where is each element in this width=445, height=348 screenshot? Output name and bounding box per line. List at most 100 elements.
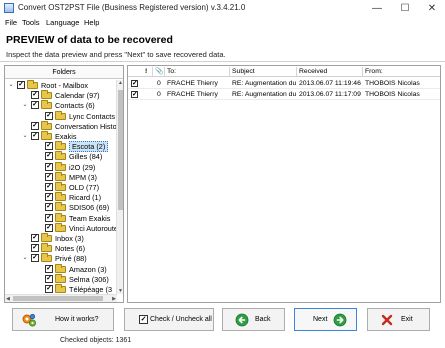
folders-vertical-scrollbar[interactable]: ▲ ▼ xyxy=(116,80,123,294)
folder-checkbox[interactable]: ✓ xyxy=(45,193,53,202)
message-from: THOBOIS Nicolas xyxy=(365,91,420,98)
folder-icon xyxy=(55,202,66,212)
menu-bar: File Tools Language Help xyxy=(0,17,445,29)
folder-checkbox[interactable]: ✓ xyxy=(31,101,39,110)
back-arrow-icon xyxy=(235,313,249,327)
maximize-button[interactable]: ☐ xyxy=(392,0,418,17)
menu-tools[interactable]: Tools xyxy=(22,18,40,27)
folder-icon xyxy=(41,90,52,100)
col-importance-flag[interactable]: ! xyxy=(145,66,147,77)
button-bar: How it works? ✓ Check / Uncheck all Back… xyxy=(0,303,445,337)
folder-icon xyxy=(41,243,52,253)
folder-node[interactable]: ✓ Télépéage (3 xyxy=(5,284,117,294)
col-subject[interactable]: Subject xyxy=(232,66,255,77)
folder-checkbox[interactable]: ✓ xyxy=(31,244,39,253)
attachment-count: 0 xyxy=(157,80,161,87)
folder-checkbox[interactable]: ✓ xyxy=(45,183,53,191)
menu-help[interactable]: Help xyxy=(84,18,99,27)
how-it-works-label: How it works? xyxy=(55,316,99,323)
folder-icon xyxy=(41,131,52,140)
status-bar: Checked objects: 1361 xyxy=(0,337,445,348)
next-arrow-icon xyxy=(333,313,347,327)
message-to: FRACHE Thierry xyxy=(167,91,218,98)
folder-icon xyxy=(55,182,66,191)
next-button[interactable]: Next xyxy=(294,308,357,331)
message-subject: RE: Augmentation du m xyxy=(232,80,296,87)
scroll-down-icon[interactable]: ▼ xyxy=(118,288,123,294)
folder-icon xyxy=(55,161,66,171)
minimize-button[interactable]: — xyxy=(364,0,390,17)
check-all-checkbox[interactable]: ✓ xyxy=(139,315,148,324)
folder-tree[interactable]: ⌄ ✓ Root - Mailbox ✓ Calendar (97) ⌄ ✓ Contacts… xyxy=(5,80,117,294)
col-attachment-icon[interactable]: 📎 xyxy=(155,66,163,77)
exit-button[interactable]: Exit xyxy=(367,308,430,331)
folder-checkbox[interactable]: ✓ xyxy=(45,172,53,181)
folder-checkbox[interactable]: ✓ xyxy=(45,264,53,273)
folder-icon xyxy=(55,212,66,222)
app-icon xyxy=(4,3,14,13)
exit-x-icon xyxy=(381,314,393,326)
folder-checkbox[interactable]: ✓ xyxy=(31,121,39,130)
close-button[interactable]: ✕ xyxy=(419,0,445,17)
expand-chevron-icon[interactable]: ⌄ xyxy=(21,132,29,141)
page-title: PREVIEW of data to be recovered xyxy=(6,34,173,46)
how-it-works-button[interactable]: How it works? xyxy=(12,308,114,331)
page-header: PREVIEW of data to be recovered Inspect … xyxy=(0,29,445,62)
message-row[interactable]: ✓ 0 FRACHE Thierry RE: Augmentation du m… xyxy=(128,89,440,100)
message-received: 2013.06.07 11:19:46 xyxy=(299,80,361,87)
back-button[interactable]: Back xyxy=(222,308,285,331)
col-to[interactable]: To: xyxy=(167,66,176,77)
message-checkbox[interactable]: ✓ xyxy=(131,80,138,87)
folder-icon xyxy=(41,253,52,263)
gears-icon xyxy=(22,313,36,327)
folder-icon xyxy=(55,110,66,120)
folder-checkbox[interactable]: ✓ xyxy=(45,162,53,171)
folder-checkbox[interactable]: ✓ xyxy=(45,111,53,120)
col-received[interactable]: Received xyxy=(299,66,327,77)
folder-checkbox[interactable]: ✓ xyxy=(45,142,53,151)
folders-horizontal-scrollbar[interactable]: ◀ ▶ xyxy=(5,294,117,302)
folder-checkbox[interactable]: ✓ xyxy=(31,132,39,140)
folder-icon xyxy=(41,100,52,110)
expand-chevron-icon[interactable]: ⌄ xyxy=(7,81,15,90)
folder-icon xyxy=(55,284,66,293)
folder-icon xyxy=(55,192,66,202)
message-checkbox[interactable]: ✓ xyxy=(131,91,138,98)
message-to: FRACHE Thierry xyxy=(167,80,218,87)
folder-checkbox[interactable]: ✓ xyxy=(45,274,53,283)
folder-icon xyxy=(27,80,38,89)
scroll-left-icon[interactable]: ◀ xyxy=(6,296,10,302)
folders-heading: Folders xyxy=(5,66,123,79)
expand-chevron-icon[interactable]: ⌄ xyxy=(21,254,29,263)
page-subtitle: Inspect the data preview and press "Next… xyxy=(6,50,226,59)
check-uncheck-all-label: Check / Uncheck all xyxy=(150,316,212,323)
folder-checkbox[interactable]: ✓ xyxy=(45,223,53,232)
folder-checkbox[interactable]: ✓ xyxy=(17,81,25,89)
folder-checkbox[interactable]: ✓ xyxy=(45,203,53,212)
scroll-right-icon[interactable]: ▶ xyxy=(112,296,116,302)
folder-checkbox[interactable]: ✓ xyxy=(45,213,53,222)
exit-label: Exit xyxy=(401,316,413,323)
messages-header: ! 📎 To: Subject Received From: xyxy=(128,66,440,77)
check-uncheck-all-button[interactable]: ✓ Check / Uncheck all xyxy=(124,308,214,331)
expand-chevron-icon[interactable]: ⌄ xyxy=(21,101,29,110)
folder-checkbox[interactable]: ✓ xyxy=(45,152,53,161)
folders-horizontal-scroll-thumb[interactable] xyxy=(13,296,103,301)
folder-checkbox[interactable]: ✓ xyxy=(31,234,39,242)
folder-label: Télépéage (3 xyxy=(69,285,113,294)
folders-panel: Folders ⌄ ✓ Root - Mailbox ✓ Calendar (97) ⌄ ✓… xyxy=(4,65,124,303)
folder-icon xyxy=(41,120,52,130)
col-from[interactable]: From: xyxy=(365,66,383,77)
message-row[interactable]: ✓ 0 FRACHE Thierry RE: Augmentation du m… xyxy=(128,78,440,89)
messages-panel: ! 📎 To: Subject Received From: ✓ 0 FRACH… xyxy=(127,65,441,303)
menu-language[interactable]: Language xyxy=(46,18,79,27)
folder-checkbox[interactable]: ✓ xyxy=(31,91,39,100)
folder-icon xyxy=(41,233,52,242)
folders-vertical-scroll-thumb[interactable] xyxy=(118,90,123,210)
back-label: Back xyxy=(255,316,271,323)
menu-file[interactable]: File xyxy=(5,18,17,27)
window-title: Convert OST2PST File (Business Registere… xyxy=(18,3,246,12)
scroll-up-icon[interactable]: ▲ xyxy=(118,80,123,86)
folder-checkbox[interactable]: ✓ xyxy=(31,254,39,263)
folder-checkbox[interactable]: ✓ xyxy=(45,285,53,293)
